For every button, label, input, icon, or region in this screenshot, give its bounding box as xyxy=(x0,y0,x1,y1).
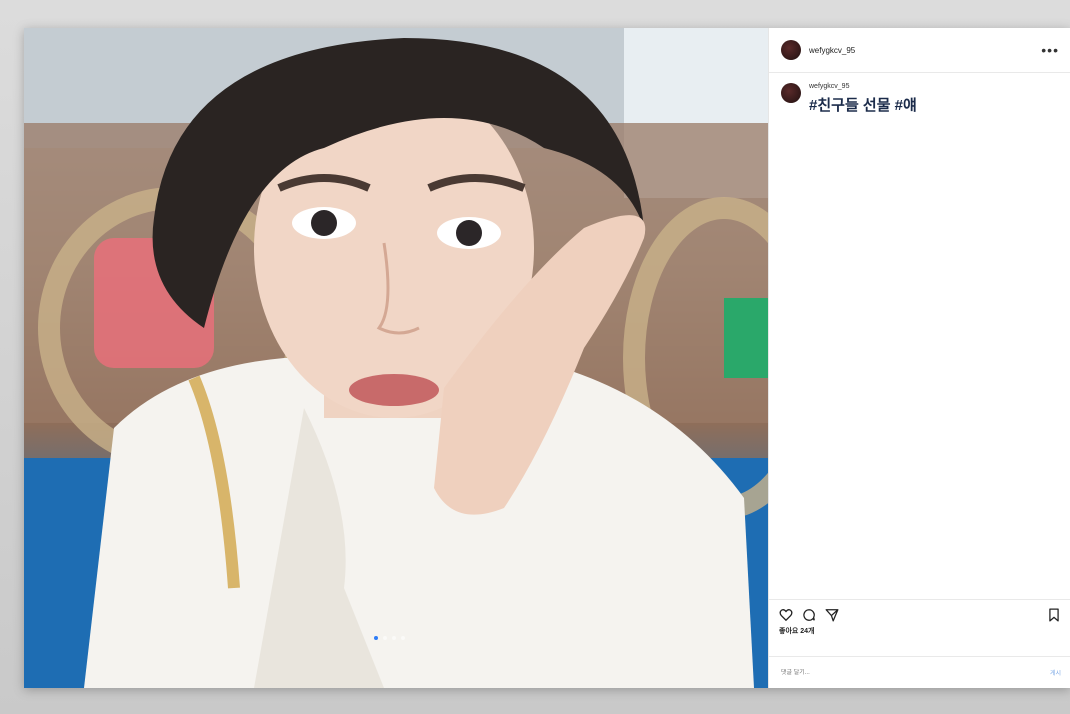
caption-username[interactable]: wefygkcv_95 xyxy=(809,83,917,90)
comment-input[interactable] xyxy=(779,668,1050,677)
post-header: wefygkcv_95 ••• xyxy=(769,28,1070,73)
post-caption: wefygkcv_95 #친구들 선물 #얘 xyxy=(769,73,1070,115)
post-photo-illustration xyxy=(24,28,768,688)
header-username[interactable]: wefygkcv_95 xyxy=(809,46,855,55)
comment-icon[interactable] xyxy=(802,608,816,622)
carousel-dot-3[interactable] xyxy=(392,636,396,640)
carousel-indicator xyxy=(374,636,405,640)
post-card: wefygkcv_95 ••• wefygkcv_95 #친구들 선물 #얘 좋… xyxy=(24,28,1070,688)
carousel-dot-4[interactable] xyxy=(401,636,405,640)
heart-icon[interactable] xyxy=(779,608,793,622)
more-icon[interactable]: ••• xyxy=(1041,43,1059,57)
caption-hashtags[interactable]: #친구들 선물 #얘 xyxy=(809,94,917,115)
post-photo[interactable] xyxy=(24,28,768,688)
send-icon[interactable] xyxy=(825,608,839,622)
caption-avatar[interactable] xyxy=(781,83,801,103)
avatar[interactable] xyxy=(781,40,801,60)
likes-count[interactable]: 좋아요 24개 xyxy=(769,622,1070,636)
caption-text-block: wefygkcv_95 #친구들 선물 #얘 xyxy=(809,83,917,115)
comment-bar: 게시 xyxy=(769,656,1070,688)
action-icons-row xyxy=(769,600,1070,622)
post-side-panel: wefygkcv_95 ••• wefygkcv_95 #친구들 선물 #얘 좋… xyxy=(768,28,1070,688)
carousel-dot-1[interactable] xyxy=(374,636,378,640)
bookmark-icon[interactable] xyxy=(1047,608,1061,622)
carousel-dot-2[interactable] xyxy=(383,636,387,640)
post-actions: 좋아요 24개 xyxy=(769,599,1070,656)
post-comment-button[interactable]: 게시 xyxy=(1050,668,1061,677)
